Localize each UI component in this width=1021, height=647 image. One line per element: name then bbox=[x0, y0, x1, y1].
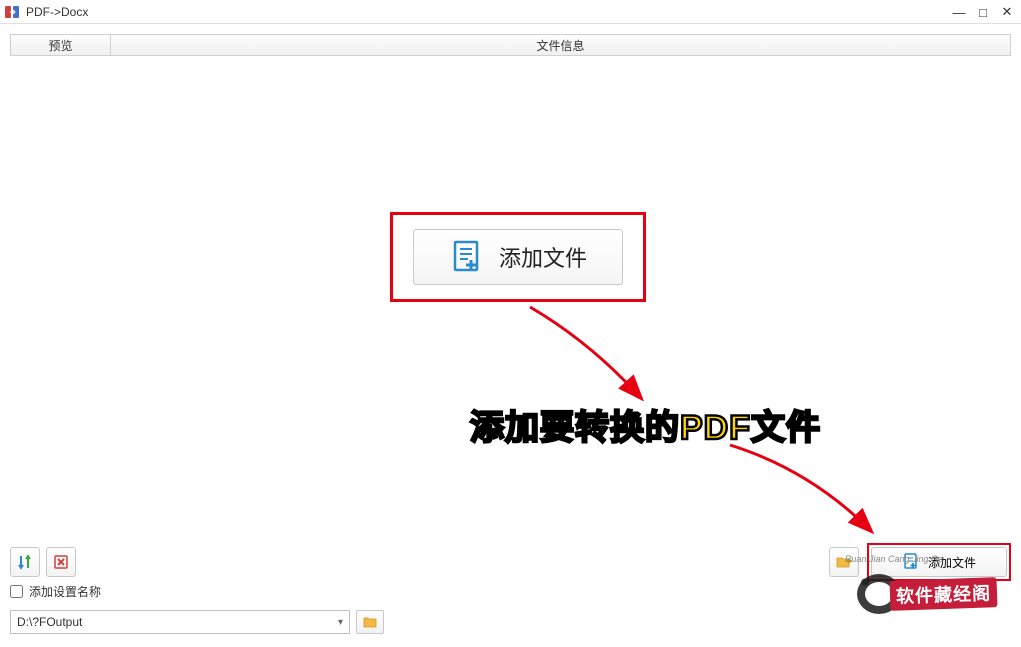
annotation-arrow-1 bbox=[520, 302, 670, 412]
add-file-highlight-box: 添加文件 bbox=[390, 212, 646, 302]
add-setting-name-checkbox[interactable] bbox=[10, 585, 23, 598]
window-title: PDF->Docx bbox=[26, 5, 88, 19]
add-file-label: 添加文件 bbox=[499, 241, 587, 273]
tab-preview[interactable]: 预览 bbox=[11, 35, 111, 55]
document-add-small-icon bbox=[902, 552, 920, 573]
add-file-small-button[interactable]: 添加文件 bbox=[871, 547, 1007, 577]
output-path-value: D:\?FOutput bbox=[17, 615, 82, 629]
bottom-toolbar: 添加文件 bbox=[10, 539, 1011, 579]
annotation-text: 添加要转换的PDF文件 bbox=[470, 400, 821, 449]
tab-fileinfo[interactable]: 文件信息 bbox=[111, 35, 1010, 55]
window-controls: — □ ✕ bbox=[951, 0, 1015, 24]
tabs-row: 预览 文件信息 bbox=[10, 34, 1011, 56]
annotation-arrow-2 bbox=[710, 440, 890, 540]
add-setting-name-label[interactable]: 添加设置名称 bbox=[29, 583, 101, 600]
document-add-icon bbox=[449, 238, 485, 277]
add-file-small-highlight: 添加文件 bbox=[867, 543, 1011, 581]
right-toolbar: 添加文件 bbox=[829, 543, 1011, 581]
browse-folder-button[interactable] bbox=[356, 610, 384, 634]
add-file-small-label: 添加文件 bbox=[928, 554, 976, 571]
options-row: 添加设置名称 bbox=[10, 579, 1011, 603]
sort-button[interactable] bbox=[10, 547, 40, 577]
output-row: D:\?FOutput bbox=[10, 607, 1011, 637]
main-area: 添加文件 添加要转换的PDF文件 bbox=[10, 56, 1011, 539]
folder-export-button[interactable] bbox=[829, 547, 859, 577]
remove-button[interactable] bbox=[46, 547, 76, 577]
sort-icon bbox=[16, 553, 34, 571]
remove-icon bbox=[52, 553, 70, 571]
folder-export-icon bbox=[835, 553, 853, 571]
close-button[interactable]: ✕ bbox=[999, 4, 1015, 20]
content-area: 预览 文件信息 添加文件 bbox=[0, 24, 1021, 647]
titlebar: PDF->Docx — □ ✕ bbox=[0, 0, 1021, 24]
app-icon bbox=[4, 4, 20, 20]
add-file-button[interactable]: 添加文件 bbox=[413, 229, 623, 285]
output-path-dropdown[interactable]: D:\?FOutput bbox=[10, 610, 350, 634]
folder-icon bbox=[362, 614, 378, 630]
minimize-button[interactable]: — bbox=[951, 5, 967, 20]
maximize-button[interactable]: □ bbox=[975, 5, 991, 20]
